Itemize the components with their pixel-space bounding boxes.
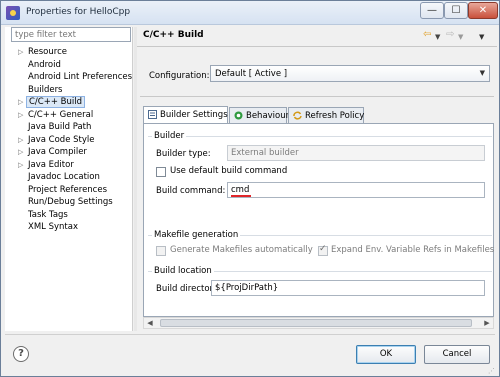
page-title: C/C++ Build [143, 30, 204, 40]
forward-dropdown-icon[interactable]: ▼ [458, 31, 463, 43]
scroll-left-icon[interactable]: ◀ [145, 319, 155, 328]
property-pages-pane: ▷ Resource Android Android Lint Preferen… [5, 27, 133, 331]
back-dropdown-icon[interactable]: ▼ [435, 31, 440, 43]
refresh-icon [293, 111, 302, 120]
builder-type-label: Builder type: [156, 149, 211, 159]
expand-arrow-icon[interactable]: ▷ [18, 98, 23, 106]
horizontal-scrollbar[interactable]: ◀ ▶ [143, 317, 494, 329]
expand-arrow-icon[interactable]: ▷ [18, 136, 23, 144]
configuration-label: Configuration: [149, 71, 210, 81]
behaviour-icon [234, 111, 243, 120]
tab-refresh-policy[interactable]: Refresh Policy [288, 107, 364, 123]
resize-grip-icon[interactable]: ⋰ [488, 367, 497, 376]
eclipse-app-icon [6, 6, 20, 20]
filter-input[interactable] [11, 27, 131, 42]
minimize-button[interactable]: — [420, 2, 444, 19]
properties-dialog: Properties for HelloCpp — ☐ ✕ ▷ Resource… [0, 0, 500, 377]
back-arrow-icon[interactable]: ⇦ [423, 29, 431, 41]
tree-item-run-debug-settings[interactable]: Run/Debug Settings [5, 197, 133, 209]
scroll-right-icon[interactable]: ▶ [482, 319, 492, 328]
tree-item-resource[interactable]: ▷ Resource [5, 47, 133, 59]
section-divider [140, 96, 494, 97]
builder-group-title: Builder [152, 131, 187, 141]
tree-item-builders[interactable]: Builders [5, 85, 133, 97]
expand-arrow-icon[interactable]: ▷ [18, 111, 23, 119]
tree-item-java-compiler[interactable]: ▷ Java Compiler [5, 147, 133, 159]
forward-arrow-icon[interactable]: ⇨ [446, 29, 454, 41]
tree-item-javadoc-location[interactable]: Javadoc Location [5, 172, 133, 184]
button-bar-divider [5, 334, 495, 335]
expand-env-refs-checkbox[interactable] [318, 244, 328, 256]
page-header: C/C++ Build ⇦ ▼ ⇨ ▼ ▼ [137, 27, 497, 45]
maximize-button[interactable]: ☐ [444, 2, 468, 19]
tree-item-java-build-path[interactable]: Java Build Path [5, 122, 133, 134]
tab-behaviour[interactable]: Behaviour [229, 107, 289, 123]
spellcheck-underline [231, 195, 251, 197]
chevron-down-icon: ▼ [479, 69, 485, 77]
tree-item-java-editor[interactable]: ▷ Java Editor [5, 160, 133, 172]
scrollbar-thumb[interactable] [160, 319, 472, 327]
expand-arrow-icon[interactable]: ▷ [18, 48, 23, 56]
makefile-generation-group: Makefile generation Generate Makefiles a… [148, 230, 495, 267]
tree-item-android[interactable]: Android [5, 60, 133, 72]
close-button[interactable]: ✕ [468, 2, 498, 19]
generate-makefiles-label: Generate Makefiles automatically [170, 245, 313, 255]
builder-settings-icon [148, 110, 157, 119]
tab-builder-settings[interactable]: Builder Settings [143, 106, 228, 123]
tree-item-project-references[interactable]: Project References [5, 185, 133, 197]
builder-type-field: External builder [227, 145, 485, 161]
use-default-build-command-checkbox[interactable] [156, 167, 166, 177]
build-location-group-title: Build location [152, 266, 214, 276]
build-command-label: Build command: [156, 186, 226, 196]
expand-env-refs-label: Expand Env. Variable Refs in Makefiles [331, 245, 495, 255]
tree-item-java-code-style[interactable]: ▷ Java Code Style [5, 135, 133, 147]
makefile-group-title: Makefile generation [152, 230, 241, 240]
header-divider [137, 46, 497, 47]
view-menu-icon[interactable]: ▼ [479, 31, 484, 43]
cancel-button[interactable]: Cancel [424, 345, 490, 364]
help-icon[interactable]: ? [13, 346, 29, 362]
configuration-select[interactable]: Default [ Active ] ▼ [210, 65, 490, 82]
generate-makefiles-checkbox[interactable] [156, 246, 166, 256]
build-directory-field[interactable]: ${ProjDirPath} [211, 280, 485, 296]
builder-settings-panel: Builder Builder type: External builder U… [143, 123, 494, 317]
tree-item-c-cpp-general[interactable]: ▷ C/C++ General [5, 110, 133, 122]
builder-group: Builder Builder type: External builder U… [148, 131, 492, 204]
tree-item-c-cpp-build[interactable]: ▷ C/C++ Build [5, 96, 133, 109]
title-bar: Properties for HelloCpp — ☐ ✕ [1, 1, 499, 25]
property-page: C/C++ Build ⇦ ▼ ⇨ ▼ ▼ Configuration: Def… [137, 27, 497, 331]
build-location-group: Build location Build directory: ${ProjDi… [148, 266, 492, 307]
tree-item-xml-syntax[interactable]: XML Syntax [5, 222, 133, 234]
window-title: Properties for HelloCpp [26, 7, 131, 17]
tree-item-task-tags[interactable]: Task Tags [5, 210, 133, 222]
page-navigation: ⇦ ▼ ⇨ ▼ ▼ [423, 29, 495, 43]
ok-button[interactable]: OK [356, 345, 416, 364]
expand-arrow-icon[interactable]: ▷ [18, 161, 23, 169]
use-default-build-command-label[interactable]: Use default build command [170, 166, 287, 176]
tree-item-android-lint-preferences[interactable]: Android Lint Preferences [5, 72, 133, 84]
build-command-field[interactable]: cmd [227, 182, 485, 198]
expand-arrow-icon[interactable]: ▷ [18, 148, 23, 156]
